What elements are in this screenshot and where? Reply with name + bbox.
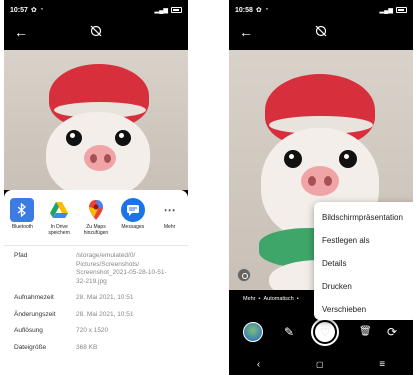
messages-icon bbox=[120, 198, 145, 222]
share-sheet: Bluetooth In Drive speichern Zu Maps hin… bbox=[4, 190, 188, 375]
detail-row-resolution: Auflösung 720 x 1520 bbox=[14, 327, 182, 336]
menu-item-print[interactable]: Drucken bbox=[314, 275, 413, 298]
share-app-label: Mehr bbox=[163, 224, 176, 230]
detail-key: Änderungszeit bbox=[14, 310, 56, 318]
share-app-label: Zu Maps hinzufügen bbox=[83, 224, 109, 236]
photo-preview bbox=[4, 50, 188, 190]
share-app-bluetooth[interactable]: Bluetooth bbox=[5, 198, 39, 240]
detail-key: Auflösung bbox=[14, 327, 43, 334]
share-apps-row: Bluetooth In Drive speichern Zu Maps hin… bbox=[4, 198, 188, 240]
signal-icon: ▂▄▆ bbox=[154, 7, 168, 14]
phone-left-screen: 10:57 ✿ ◔ ▂▄▆ ← Bluetooth In Drive speic… bbox=[4, 0, 188, 375]
share-app-drive[interactable]: In Drive speichern bbox=[42, 198, 76, 240]
status-bar: 10:57 ✿ ◔ ▂▄▆ bbox=[4, 0, 188, 20]
pig-nostril-left bbox=[90, 154, 97, 163]
detail-key: Pfad bbox=[14, 252, 28, 259]
detail-value: 720 x 1520 bbox=[76, 327, 109, 334]
share-app-more[interactable]: ⋯ Mehr bbox=[153, 198, 187, 240]
detail-value: 368 KB bbox=[76, 343, 98, 351]
phone-right-screen: 10:58 ✿ ◔ ▂▄▆ ← Mehr • Automatisch • ✎ ♡… bbox=[229, 0, 413, 375]
status-time: 10:57 bbox=[10, 6, 28, 14]
google-drive-icon bbox=[47, 198, 72, 222]
more-options-icon[interactable]: ⟳ bbox=[387, 325, 397, 339]
trash-icon[interactable]: 🗑 bbox=[359, 326, 372, 337]
detail-value: /storage/emulated/0/ Pictures/Screenshot… bbox=[76, 252, 167, 285]
viewer-toolbar: ← bbox=[4, 20, 188, 48]
heart-icon: ♡ bbox=[315, 322, 335, 342]
share-app-label: Messages bbox=[121, 224, 145, 230]
google-maps-icon bbox=[83, 198, 108, 222]
status-right-icons: ▂▄▆ bbox=[155, 7, 182, 14]
settings-status-icon: ✿ bbox=[255, 7, 262, 14]
nav-back-icon[interactable]: ‹ bbox=[257, 359, 260, 370]
back-arrow-icon[interactable]: ← bbox=[239, 25, 253, 39]
detail-row-file-size: Dateigröße 368 KB bbox=[14, 344, 182, 353]
detail-row-modified-time: Änderungszeit 28. Mai 2021, 10:51 bbox=[14, 311, 182, 320]
overflow-menu: Bildschirmpräsentation Festlegen als Det… bbox=[314, 202, 413, 320]
file-details: Pfad /storage/emulated/0/ Pictures/Scree… bbox=[14, 252, 182, 360]
status-right-icons: ▂▄▆ bbox=[380, 7, 407, 14]
sheet-divider bbox=[4, 245, 188, 246]
bluetooth-icon bbox=[10, 198, 35, 222]
caption-more[interactable]: Mehr bbox=[243, 296, 256, 302]
menu-item-move[interactable]: Verschieben bbox=[314, 298, 413, 321]
notification-icon: ◔ bbox=[39, 7, 44, 13]
detail-value: 28. Mai 2021, 10:51 bbox=[76, 294, 134, 301]
share-app-messages[interactable]: Messages bbox=[116, 198, 150, 240]
favorite-button[interactable]: ♡ bbox=[311, 318, 339, 346]
viewer-toolbar: ← bbox=[229, 20, 413, 48]
share-app-label: In Drive speichern bbox=[48, 224, 71, 236]
menu-item-set-as[interactable]: Festlegen als bbox=[314, 229, 413, 252]
back-arrow-icon[interactable]: ← bbox=[14, 25, 28, 39]
pig-snout bbox=[84, 145, 116, 171]
pig-nostril-left bbox=[308, 176, 316, 186]
gallery-thumbnail[interactable] bbox=[243, 322, 263, 342]
rotate-screen-icon[interactable] bbox=[314, 24, 328, 38]
pig-eye-left bbox=[66, 130, 82, 146]
detail-row-capture-time: Aufnahmezeit 28. Mai 2021, 10:51 bbox=[14, 294, 182, 303]
pig-nostril-right bbox=[104, 154, 111, 163]
lens-icon[interactable] bbox=[237, 268, 251, 282]
battery-icon bbox=[171, 7, 182, 13]
detail-key: Aufnahmezeit bbox=[14, 294, 54, 301]
battery-icon bbox=[396, 7, 407, 13]
menu-item-details[interactable]: Details bbox=[314, 252, 413, 275]
nav-recents-icon[interactable]: ≡ bbox=[379, 359, 385, 370]
caption-separator: • bbox=[296, 296, 299, 302]
pig-eye-right bbox=[115, 130, 131, 146]
detail-key: Dateigröße bbox=[14, 343, 47, 351]
pig-snout bbox=[301, 166, 339, 196]
share-app-label: Bluetooth bbox=[11, 224, 33, 230]
edit-pencil-icon[interactable]: ✎ bbox=[284, 325, 294, 339]
detail-row-path: Pfad /storage/emulated/0/ Pictures/Scree… bbox=[14, 252, 182, 286]
menu-item-slideshow[interactable]: Bildschirmpräsentation bbox=[314, 206, 413, 229]
pig-eye-right bbox=[339, 150, 357, 168]
share-app-maps[interactable]: Zu Maps hinzufügen bbox=[79, 198, 113, 240]
system-nav-bar: ‹ ▢ ≡ bbox=[229, 353, 413, 375]
status-bar: 10:58 ✿ ◔ ▂▄▆ bbox=[229, 0, 413, 20]
rotate-screen-icon[interactable] bbox=[89, 24, 103, 38]
notification-icon: ◔ bbox=[264, 7, 269, 13]
nav-home-icon[interactable]: ▢ bbox=[316, 360, 324, 369]
detail-value: 28. Mai 2021, 10:51 bbox=[76, 310, 134, 318]
caption-separator: • bbox=[258, 296, 261, 302]
settings-status-icon: ✿ bbox=[30, 7, 37, 14]
signal-icon: ▂▄▆ bbox=[379, 7, 393, 14]
bottom-caption-row: Mehr • Automatisch • bbox=[243, 296, 299, 302]
pig-eye-left bbox=[284, 150, 302, 168]
pig-nostril-right bbox=[324, 176, 332, 186]
caption-auto[interactable]: Automatisch bbox=[263, 296, 293, 302]
photo-action-bar: ✎ ♡ 🗑 ⟳ bbox=[229, 318, 413, 348]
status-time: 10:58 bbox=[235, 6, 253, 14]
more-horizontal-icon: ⋯ bbox=[157, 198, 182, 222]
